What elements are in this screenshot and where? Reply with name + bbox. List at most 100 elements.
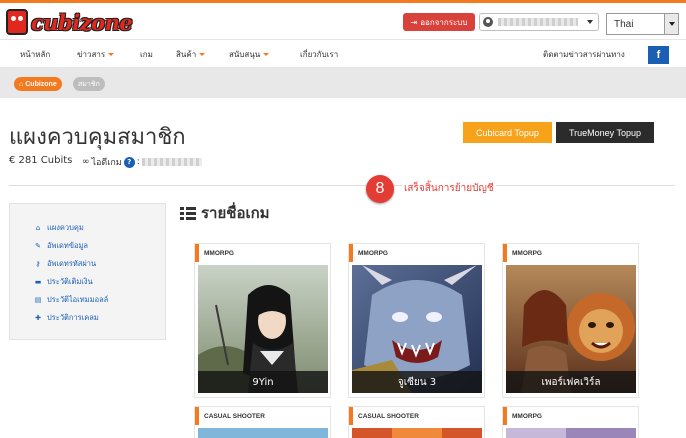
sidebar-item-topup-history[interactable]: ▬ ประวัติเติมเงิน (34, 276, 93, 288)
nav-item-news[interactable]: ข่าวสาร (77, 48, 115, 61)
help-icon[interactable]: ? (123, 156, 135, 168)
list-icon (180, 206, 196, 220)
site-header: cubizone ⇥ ออกจากระบบ Thai (0, 3, 686, 39)
nav-item-products[interactable]: สินค้า (176, 48, 206, 61)
games-heading-label: รายชื่อเกม (201, 204, 270, 222)
sidebar-item-label: ประวัติการเคลม (47, 313, 99, 322)
sidebar-item-label: อัพเดทข้อมูล (47, 241, 88, 250)
divider (9, 185, 675, 186)
nav-label: หน้าหลัก (20, 50, 51, 59)
game-name: เพอร์เฟคเวิร์ล (506, 371, 636, 393)
language-value: Thai (614, 18, 634, 30)
game-card-casual-shooter-1[interactable]: CASUAL SHOOTER (194, 406, 331, 438)
game-id: ∞ ไอดีเกม ? : (82, 155, 202, 169)
logout-button[interactable]: ⇥ ออกจากระบบ (403, 13, 475, 31)
nav-item-support[interactable]: สนับสนุน (229, 48, 270, 61)
member-sidebar: ⌂ แผงควบคุม ✎ อัพเดทข้อมูล ⚷ อัพเดทรหัสผ… (9, 203, 166, 340)
game-card-jx3[interactable]: MMORPG จูเซียน 3 (348, 243, 485, 398)
dropdown-caret-icon (263, 53, 270, 56)
edit-icon: ✎ (35, 242, 41, 250)
game-category: CASUAL SHOOTER (349, 407, 484, 425)
sidebar-item-label: อัพเดทรหัสผ่าน (47, 259, 97, 268)
language-select[interactable]: Thai (606, 13, 679, 35)
nav-item-games[interactable]: เกม (140, 48, 153, 61)
site-logo[interactable]: cubizone (6, 7, 133, 37)
sidebar-item-label: ประวัติไอเทมมอลล์ (47, 295, 109, 304)
game-thumbnail: 9Yin (198, 265, 328, 393)
gift-icon: ✚ (35, 314, 41, 322)
game-category-label: MMORPG (358, 249, 388, 257)
breadcrumb-current-label: สมาชิก (78, 79, 100, 88)
game-category: MMORPG (503, 407, 638, 425)
dropdown-caret-icon (199, 53, 206, 56)
games-heading: รายชื่อเกม (180, 201, 270, 225)
nav-label: สินค้า (176, 50, 197, 59)
dropdown-caret-icon (108, 53, 115, 56)
breadcrumb: ⌂ Cubizone สมาชิก (0, 67, 686, 98)
game-thumbnail (198, 428, 328, 438)
game-name: จูเซียน 3 (352, 371, 482, 393)
key-icon: ⚷ (35, 260, 41, 268)
game-category-label: CASUAL SHOOTER (204, 412, 265, 420)
game-category: CASUAL SHOOTER (195, 407, 330, 425)
facebook-button[interactable]: f (648, 46, 669, 64)
user-account-dropdown[interactable] (479, 13, 599, 31)
link-icon: ∞ (82, 157, 90, 167)
game-thumbnail (506, 428, 636, 438)
sidebar-item-itemmall-history[interactable]: ▤ ประวัติไอเทมมอลล์ (34, 294, 109, 306)
game-category-label: MMORPG (512, 249, 542, 257)
game-category-label: MMORPG (512, 412, 542, 420)
blurred-game-id (141, 158, 202, 166)
game-id-label: ไอดีเกม (91, 158, 122, 168)
truemoney-topup-button[interactable]: TrueMoney Topup (556, 122, 654, 143)
nav-label: ข่าวสาร (77, 50, 106, 59)
sidebar-item-label: ประวัติเติมเงิน (47, 277, 93, 286)
cubicard-topup-button[interactable]: Cubicard Topup (463, 122, 552, 143)
game-thumbnail: จูเซียน 3 (352, 265, 482, 393)
game-category: MMORPG (503, 244, 638, 262)
caret-down-icon (587, 20, 593, 24)
sidebar-item-claim-history[interactable]: ✚ ประวัติการเคลม (34, 312, 99, 324)
game-category: MMORPG (195, 244, 330, 262)
game-category: MMORPG (349, 244, 484, 262)
user-icon (483, 17, 493, 27)
home-icon: ⌂ (19, 80, 24, 88)
nav-label: เกี่ยวกับเรา (300, 50, 339, 59)
select-arrow-icon (664, 14, 678, 34)
breadcrumb-home-label: Cubizone (25, 80, 57, 88)
sidebar-item-dashboard[interactable]: ⌂ แผงควบคุม (34, 222, 84, 234)
game-category-label: MMORPG (204, 249, 234, 257)
sidebar-item-update-profile[interactable]: ✎ อัพเดทข้อมูล (34, 240, 88, 252)
game-card-casual-shooter-2[interactable]: CASUAL SHOOTER (348, 406, 485, 438)
page-title: แผงควบคุมสมาชิก (9, 125, 186, 150)
logout-label: ออกจากระบบ (420, 17, 468, 27)
game-card-9yin[interactable]: MMORPG 9Yin (194, 243, 331, 398)
step-badge: 8 (366, 175, 394, 203)
nav-item-about[interactable]: เกี่ยวกับเรา (300, 48, 338, 61)
main-nav: หน้าหลัก ข่าวสาร เกม สินค้า สนับสนุน เกี… (0, 39, 686, 67)
step-notice-text: เสร็จสิ้นการย้ายบัญชี (402, 181, 496, 196)
sidebar-item-label: แผงควบคุม (47, 223, 84, 232)
logout-icon: ⇥ (410, 17, 418, 27)
breadcrumb-home[interactable]: ⌂ Cubizone (14, 77, 62, 91)
game-category-label: CASUAL SHOOTER (358, 412, 419, 420)
home-icon: ⌂ (35, 224, 41, 232)
nav-item-home[interactable]: หน้าหลัก (20, 48, 50, 61)
cart-icon: ▤ (34, 296, 42, 304)
follow-us-text: ติดตามข่าวสารผ่านทาง (543, 50, 625, 59)
game-name: 9Yin (198, 371, 328, 393)
facebook-icon: f (656, 49, 661, 61)
cubits-balance: € 281 Cubits (9, 155, 73, 166)
nav-label: สนับสนุน (229, 50, 261, 59)
sidebar-item-update-password[interactable]: ⚷ อัพเดทรหัสผ่าน (34, 258, 96, 270)
game-card-perfect-world[interactable]: MMORPG เพอร์เฟคเวิร์ล (502, 243, 639, 398)
colon: : (136, 157, 140, 167)
card-icon: ▬ (34, 278, 42, 286)
game-thumbnail: เพอร์เฟคเวิร์ล (506, 265, 636, 393)
game-card-mmorpg-4[interactable]: MMORPG (502, 406, 639, 438)
breadcrumb-current: สมาชิก (73, 77, 105, 91)
game-thumbnail (352, 428, 482, 438)
logo-robot-icon (6, 9, 28, 35)
nav-label: เกม (140, 50, 153, 59)
blurred-username (498, 18, 578, 26)
